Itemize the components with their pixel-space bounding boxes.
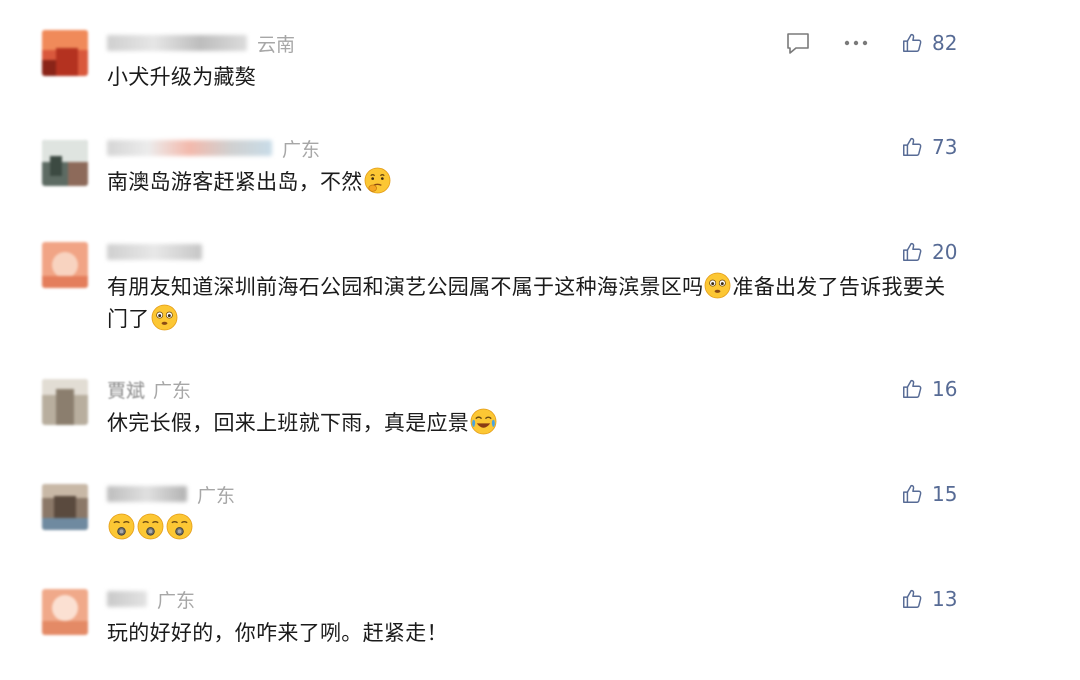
region-label: 广东 <box>153 379 192 402</box>
like-button[interactable]: 82 <box>901 30 957 56</box>
comment-text: 南澳岛游客赶紧出岛，不然 <box>107 166 957 198</box>
comment-text: 休完长假，回来上班就下雨，真是应景 <box>107 407 957 439</box>
thumbs-up-icon <box>901 136 923 158</box>
username-blurred[interactable] <box>107 35 247 51</box>
avatar[interactable] <box>42 140 88 186</box>
speech-bubble-icon[interactable] <box>784 31 812 57</box>
comment-item: 賈斌 广东 16 休完长假，回来上班就下雨，真是应景 <box>0 365 1080 470</box>
like-count: 20 <box>932 240 958 264</box>
like-count: 15 <box>932 482 958 506</box>
avatar[interactable] <box>42 30 88 76</box>
thumbs-up-icon <box>901 241 923 263</box>
username-blurred[interactable] <box>107 140 272 156</box>
ellipsis-icon[interactable] <box>842 32 870 54</box>
thinking-emoji-icon <box>364 167 391 194</box>
wow-emoji-icon <box>704 272 731 299</box>
comment-item: 云南 82 小犬升级为藏獒 <box>0 0 1080 110</box>
comment-text: 有朋友知道深圳前海石公园和演艺公园属不属于这种海滨景区吗 准备出发了告诉我要关门了 <box>107 271 957 335</box>
comment-text: 小犬升级为藏獒 <box>107 61 957 93</box>
like-count: 82 <box>932 31 958 55</box>
avatar[interactable] <box>42 484 88 530</box>
zipper-mouth-emoji-icon <box>137 513 164 540</box>
comment-meta: 賈斌 广东 <box>107 376 192 403</box>
comment-item: 广东 13 玩的好好的，你咋来了咧。赶紧走！ <box>0 575 1080 680</box>
like-button[interactable]: 73 <box>901 134 957 160</box>
comment-item: 广东 15 <box>0 470 1080 575</box>
like-count: 13 <box>932 587 958 611</box>
avatar[interactable] <box>42 379 88 425</box>
username[interactable]: 賈斌 <box>107 376 145 403</box>
like-count: 16 <box>932 377 958 401</box>
zipper-mouth-emoji-icon <box>166 513 193 540</box>
comment-meta: 广东 <box>107 136 321 161</box>
avatar[interactable] <box>42 589 88 635</box>
comment-meta: 云南 <box>107 31 296 56</box>
thumbs-up-icon <box>901 483 923 505</box>
comment-meta <box>107 240 212 264</box>
comment-text: 玩的好好的，你咋来了咧。赶紧走！ <box>107 617 957 649</box>
comment-meta: 广东 <box>107 482 236 507</box>
comment-item: 广东 73 南澳岛游客赶紧出岛，不然 <box>0 110 1080 220</box>
comment-text-line: 有朋友知道深圳前海石公园和演艺公园属不属于这种海滨景区吗 <box>107 275 704 299</box>
comment-text-line: 南澳岛游客赶紧出岛，不然 <box>107 170 363 194</box>
region-label: 广东 <box>157 589 196 612</box>
like-button[interactable]: 13 <box>901 586 957 612</box>
thumbs-up-icon <box>901 588 923 610</box>
laughing-crying-emoji-icon <box>470 408 497 435</box>
avatar[interactable] <box>42 242 88 288</box>
like-count: 73 <box>932 135 958 159</box>
region-label: 广东 <box>282 138 321 161</box>
like-button[interactable]: 15 <box>901 481 957 507</box>
comment-item: 20 有朋友知道深圳前海石公园和演艺公园属不属于这种海滨景区吗 准备出发了告诉我要… <box>0 220 1080 365</box>
comment-text-line: 玩的好好的，你咋来了咧。赶紧走！ <box>107 621 448 645</box>
thumbs-up-icon <box>901 32 923 54</box>
username-blurred[interactable] <box>107 591 147 607</box>
username-blurred[interactable] <box>107 244 202 260</box>
username-blurred[interactable] <box>107 486 187 502</box>
like-button[interactable]: 16 <box>901 376 957 402</box>
comment-text <box>107 512 957 544</box>
comment-text-line: 小犬升级为藏獒 <box>107 65 257 89</box>
region-label: 广东 <box>197 484 236 507</box>
region-label: 云南 <box>257 33 296 56</box>
comment-meta: 广东 <box>107 587 196 612</box>
like-button[interactable]: 20 <box>901 239 957 265</box>
wow-emoji-icon <box>151 304 178 331</box>
zipper-mouth-emoji-icon <box>108 513 135 540</box>
thumbs-up-icon <box>901 378 923 400</box>
comment-text-line: 休完长假，回来上班就下雨，真是应景 <box>107 411 470 435</box>
